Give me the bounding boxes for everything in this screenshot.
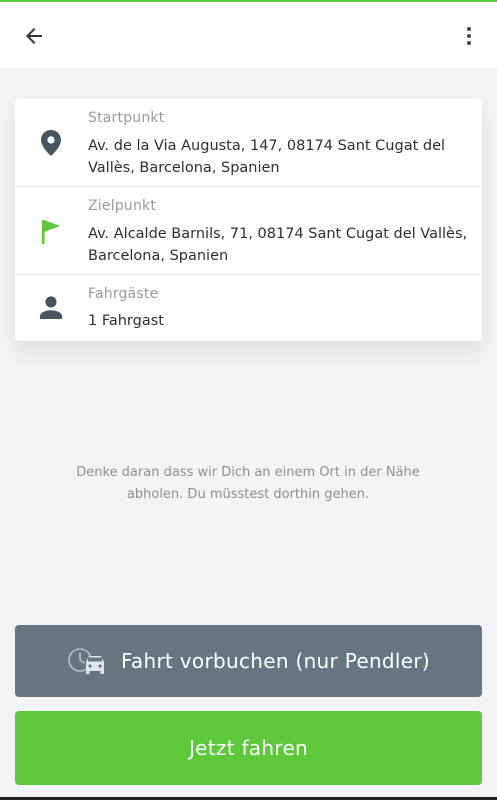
passengers-value: 1 Fahrgast (88, 313, 164, 329)
more-options-button[interactable] (453, 20, 485, 52)
passengers-label: Fahrgäste (88, 286, 159, 302)
arrow-left-icon (26, 28, 42, 44)
ride-now-button[interactable]: Jetzt fahren (15, 711, 482, 785)
destination-row[interactable]: Zielpunkt Av. Alcalde Barnils, 71, 08174… (15, 187, 482, 275)
destination-address: Av. Alcalde Barnils, 71, 08174 Sant Cuga… (88, 226, 468, 264)
destination-label: Zielpunkt (88, 198, 157, 214)
prebook-ride-label: Fahrt vorbuchen (nur Pendler) (120, 649, 431, 673)
passengers-row[interactable]: Fahrgäste 1 Fahrgast (15, 275, 482, 341)
location-pin-icon (39, 129, 63, 157)
start-point-address: Av. de la Via Augusta, 147, 08174 Sant C… (88, 138, 446, 176)
clock-car-icon (68, 648, 104, 674)
flag-icon (39, 217, 63, 245)
pickup-hint-text: Denke daran dass wir Dich an einem Ort i… (76, 465, 420, 502)
prebook-ride-button[interactable]: Fahrt vorbuchen (nur Pendler) (15, 625, 482, 697)
start-point-row[interactable]: Startpunkt Av. de la Via Augusta, 147, 0… (15, 99, 482, 187)
trip-details-card: Startpunkt Av. de la Via Augusta, 147, 0… (15, 99, 482, 341)
more-vertical-icon (467, 27, 471, 45)
person-icon (39, 293, 63, 321)
ride-now-label: Jetzt fahren (188, 736, 309, 760)
app-bar (0, 2, 497, 68)
start-point-label: Startpunkt (88, 110, 165, 126)
back-button[interactable] (18, 20, 50, 52)
